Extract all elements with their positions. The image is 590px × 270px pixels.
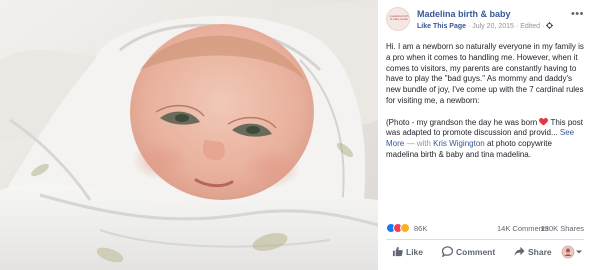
share-button[interactable]: Share: [514, 243, 556, 261]
gear-icon[interactable]: [546, 22, 554, 31]
share-icon: [514, 246, 525, 256]
post-photo[interactable]: [0, 0, 378, 270]
share-label: Share: [528, 247, 552, 257]
with-label: — with: [406, 139, 431, 149]
meta-separator: ·: [515, 23, 519, 30]
post-actions: Like Comment Share: [386, 243, 584, 261]
meta-separator: ·: [467, 23, 471, 30]
thumbs-up-icon: [392, 246, 403, 257]
post-meta: Like This Page · July 20, 2015 · Edited …: [417, 22, 554, 31]
page-avatar[interactable]: madelina birth & baby doula: [386, 7, 410, 31]
post-header: madelina birth & baby doula Madelina bir…: [386, 6, 584, 36]
post-as-selector[interactable]: [561, 245, 583, 259]
post-date[interactable]: July 20, 2015: [472, 23, 514, 30]
post-panel: madelina birth & baby doula Madelina bir…: [378, 0, 590, 270]
page-name-link[interactable]: Madelina birth & baby: [417, 9, 511, 19]
comment-button[interactable]: Comment: [442, 243, 502, 261]
post-paragraph: (Photo - my grandson the day he was born…: [386, 117, 586, 161]
meta-separator: ·: [542, 23, 545, 30]
shares-count-link[interactable]: 130K Shares: [541, 224, 584, 233]
newborn-baby-photo: [0, 0, 378, 270]
comment-label: Comment: [456, 247, 496, 257]
edited-label[interactable]: Edited: [520, 23, 540, 30]
like-this-page-link[interactable]: Like This Page: [417, 23, 466, 30]
post-body: Hi. I am a newborn so naturally everyone…: [386, 42, 586, 172]
post-stats: 86K 14K Comments 130K Shares: [386, 223, 584, 235]
viewer-avatar-chevron-icon: [561, 245, 582, 259]
tagged-person-link[interactable]: Kris Wigington: [433, 139, 485, 148]
comment-icon: [442, 246, 453, 257]
reactions-count[interactable]: 86K: [414, 224, 427, 233]
more-options-icon[interactable]: •••: [571, 8, 584, 20]
like-button[interactable]: Like: [392, 243, 432, 261]
post-paragraph: Hi. I am a newborn so naturally everyone…: [386, 42, 584, 105]
post-text-span: (Photo - my grandson the day he was born: [386, 117, 540, 127]
actions-divider: [386, 239, 584, 240]
avatar-logo-text: madelina birth & baby doula: [389, 14, 409, 22]
like-label: Like: [406, 247, 424, 257]
haha-reaction-icon: [400, 223, 410, 233]
